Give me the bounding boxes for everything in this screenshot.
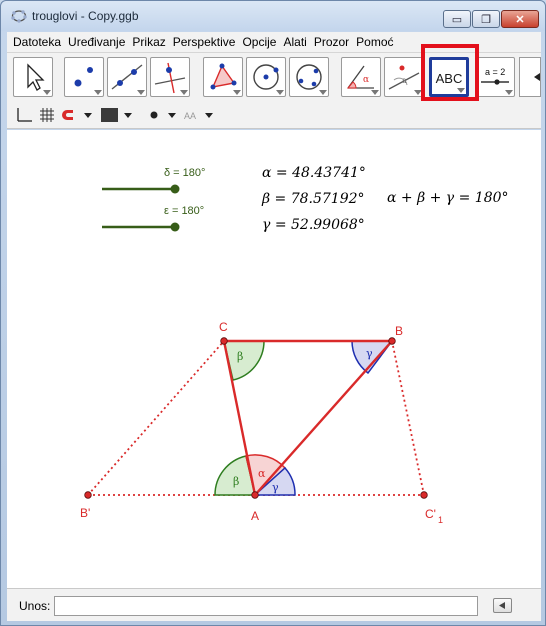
reflect-tool-button[interactable]: a [384,57,424,97]
point-c[interactable] [220,337,228,345]
circle-tool-button[interactable] [246,57,286,97]
segment-ab [254,340,393,496]
slider-tool-button[interactable]: a = 2 [475,57,515,97]
move-tool-button[interactable] [13,57,53,97]
gamma-mark-a: γ [272,481,279,494]
label-c-prime: C' [425,507,436,521]
app-window: trouglovi - Copy.ggb ▭ ❐ ✕ Datoteka Uređ… [0,0,546,626]
grid-icon[interactable] [39,107,55,123]
input-bar: Unos: [7,588,541,621]
input-field[interactable] [54,596,478,616]
angle-tool-button[interactable]: α [341,57,381,97]
more-tools-button[interactable] [519,57,541,97]
arrow-left-icon [534,73,540,81]
menu-pomoc[interactable]: Pomoć [356,35,393,49]
point-tool-button[interactable] [64,57,104,97]
point-style-icon[interactable] [148,107,184,123]
color-picker-icon[interactable] [100,107,136,123]
slider-epsilon-handle[interactable] [170,222,180,232]
slider-delta-label: δ = 180° [164,167,205,179]
style-bar: AA [7,101,541,129]
slider-epsilon-label: ε = 180° [164,205,204,217]
alpha-value-text: α = 48.43741° [262,165,366,181]
label-c-prime-subscript: 1 [438,515,443,525]
menu-alati[interactable]: Alati [283,35,306,49]
axes-icon[interactable] [15,107,33,123]
menu-prozor[interactable]: Prozor [314,35,349,49]
point-c-prime-1[interactable] [420,491,428,499]
arrow-left-icon [499,602,505,609]
close-icon: ✕ [515,13,525,26]
text-tool-highlight-box [421,44,479,101]
magnet-icon[interactable] [62,107,94,123]
menu-opcije[interactable]: Opcije [242,35,276,49]
maximize-button[interactable]: ❐ [472,10,500,28]
maximize-icon: ❐ [481,13,491,26]
graphics-canvas: δ = 180° ε = 180° α = 48.43741° β = 78.5… [80,165,509,525]
window-title: trouglovi - Copy.ggb [32,9,139,23]
polygon-tool-button[interactable] [203,57,243,97]
svg-text:a = 2: a = 2 [485,67,505,77]
line-tool-button[interactable] [107,57,147,97]
menu-datoteka[interactable]: Datoteka [13,35,61,49]
alpha-mark-a: α [258,467,266,480]
menu-perspektive[interactable]: Perspektive [173,35,236,49]
conic-tool-button[interactable] [289,57,329,97]
minimize-icon: ▭ [451,13,463,26]
label-a: A [251,509,259,523]
input-help-button[interactable] [493,598,512,613]
beta-mark-a: β [233,475,239,488]
point-b-prime[interactable] [84,491,92,499]
close-button[interactable]: ✕ [501,10,539,28]
point-b[interactable] [388,337,396,345]
gamma-value-text: γ = 52.99068° [262,217,365,233]
beta-mark-c: β [237,350,243,363]
svg-text:a: a [402,76,407,85]
label-b-prime: B' [80,506,90,520]
menu-prikaz[interactable]: Prikaz [132,35,165,49]
input-label: Unos: [19,599,51,613]
graphics-view[interactable]: δ = 180° ε = 180° α = 48.43741° β = 78.5… [7,130,541,588]
slider-delta-handle[interactable] [170,184,180,194]
dotted-line-b-c1 [391,340,425,496]
beta-value-text: β = 78.57192° [261,191,365,207]
label-style-icon[interactable]: AA [183,107,217,123]
geogebra-icon [11,10,27,23]
gamma-mark-b: γ [366,347,373,360]
svg-text:AA: AA [184,111,196,121]
label-c: C [219,320,228,334]
title-bar: trouglovi - Copy.ggb ▭ ❐ ✕ [1,1,545,31]
svg-text:α: α [363,75,369,85]
minimize-button[interactable]: ▭ [443,10,471,28]
dotted-line-b1-c [87,340,225,496]
point-a[interactable] [251,491,259,499]
menu-uredivanje[interactable]: Uređivanje [68,35,125,49]
label-b: B [395,324,403,338]
perpendicular-line-tool-button[interactable] [150,57,190,97]
angle-sum-text: α + β + γ = 180° [387,190,509,206]
